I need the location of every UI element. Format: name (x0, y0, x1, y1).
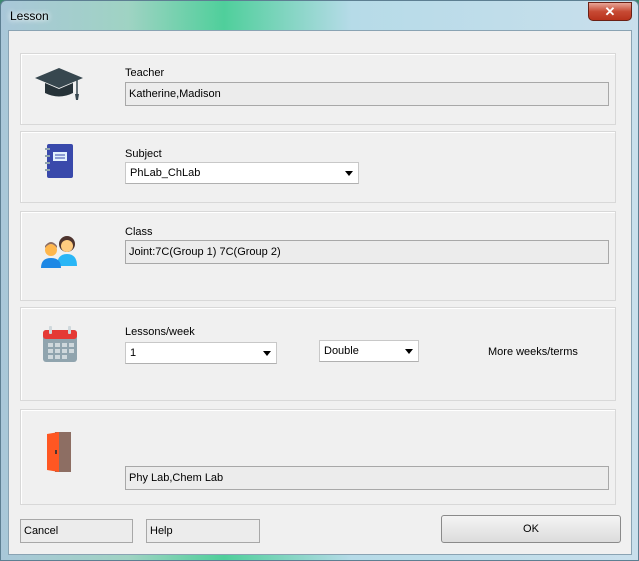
calendar-icon (43, 326, 77, 362)
door-icon (47, 432, 71, 472)
ok-button[interactable]: OK (441, 515, 621, 543)
class-label: Class (125, 226, 153, 238)
chevron-down-icon (345, 171, 353, 176)
subject-label: Subject (125, 148, 162, 160)
subject-dropdown[interactable]: PhLab_ChLab (125, 162, 359, 184)
help-button[interactable]: Help (146, 519, 260, 543)
people-icon (41, 236, 77, 268)
teacher-panel: Teacher Katherine,Madison (20, 53, 616, 125)
notebook-icon (45, 144, 73, 178)
dialog-body: Teacher Katherine,Madison Subject PhLab_… (8, 30, 632, 555)
subject-panel: Subject PhLab_ChLab (20, 131, 616, 203)
lesson-length-dropdown[interactable]: Double (319, 340, 419, 362)
chevron-down-icon (263, 351, 271, 356)
close-button[interactable]: ✕ (588, 2, 632, 21)
graduation-cap-icon (35, 68, 83, 100)
chevron-down-icon (405, 349, 413, 354)
teacher-field[interactable]: Katherine,Madison (125, 82, 609, 106)
lesson-length-value: Double (324, 345, 359, 357)
title-bar[interactable]: Lesson ✕ (1, 1, 638, 29)
class-field[interactable]: Joint:7C(Group 1) 7C(Group 2) (125, 240, 609, 264)
lesson-window: Lesson ✕ Teacher Katherine,Madison Subje… (0, 0, 639, 561)
subject-value: PhLab_ChLab (130, 167, 201, 179)
class-panel: Class Joint:7C(Group 1) 7C(Group 2) (20, 211, 616, 301)
lessons-count-value: 1 (130, 347, 137, 359)
lessons-panel: Lessons/week 1 Double More weeks/terms (20, 307, 616, 401)
lessons-per-week-label: Lessons/week (125, 326, 195, 338)
lessons-count-dropdown[interactable]: 1 (125, 342, 277, 364)
cancel-button[interactable]: Cancel (20, 519, 133, 543)
window-title: Lesson (10, 9, 49, 23)
room-field[interactable]: Phy Lab,Chem Lab (125, 466, 609, 490)
teacher-label: Teacher (125, 67, 165, 79)
more-weeks-terms-link[interactable]: More weeks/terms (488, 346, 578, 358)
room-panel: Phy Lab,Chem Lab (20, 409, 616, 505)
